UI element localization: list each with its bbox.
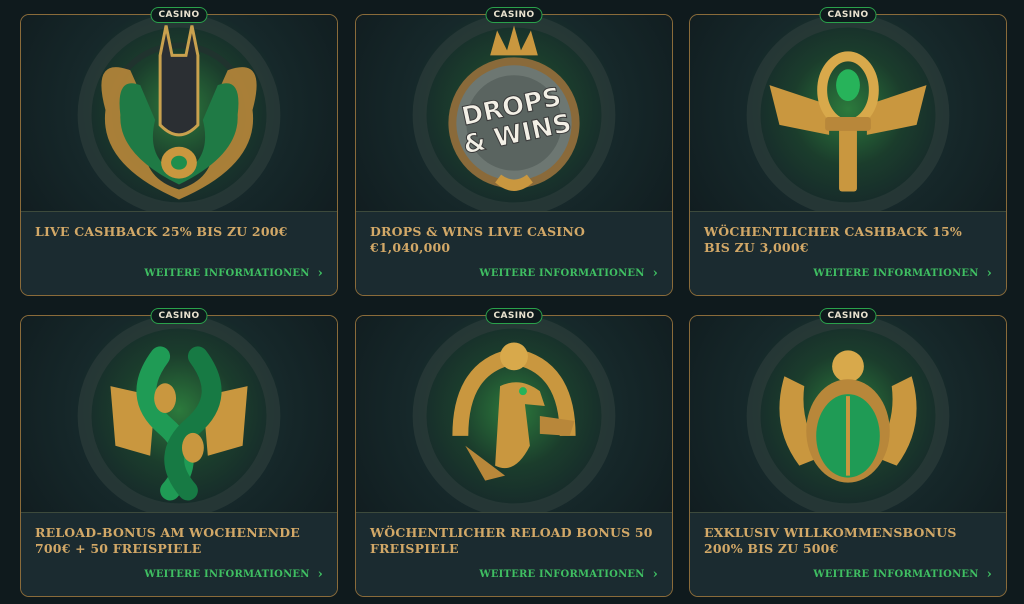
- category-badge: CASINO: [819, 308, 877, 324]
- promo-title: WÖCHENTLICHER RELOAD BONUS 50 FREISPIELE: [370, 525, 653, 556]
- drops-and-wins-medallion-icon: DROPS & WINS: [412, 15, 616, 211]
- scarab-emblem-icon: [746, 316, 950, 512]
- promo-card[interactable]: CASINO RELOAD-BONUS AM WOCHENENDE 700€ +…: [20, 308, 338, 597]
- promo-image[interactable]: [21, 15, 337, 211]
- more-info-link[interactable]: WEITERE INFORMATIONEN ›: [479, 567, 658, 582]
- more-info-link[interactable]: WEITERE INFORMATIONEN ›: [813, 567, 992, 582]
- category-badge: CASINO: [485, 7, 543, 23]
- category-badge: CASINO: [819, 7, 877, 23]
- promo-card[interactable]: CASINO EXKLUSIV WILLKOMMENSBONUS 200% BI…: [689, 308, 1007, 597]
- category-badge: CASINO: [485, 308, 543, 324]
- more-info-label: WEITERE INFORMATIONEN: [813, 569, 979, 580]
- more-info-label: WEITERE INFORMATIONEN: [479, 268, 645, 279]
- category-badge: CASINO: [150, 308, 208, 324]
- more-info-link[interactable]: WEITERE INFORMATIONEN ›: [813, 266, 992, 281]
- more-info-label: WEITERE INFORMATIONEN: [813, 268, 979, 279]
- promo-title: WÖCHENTLICHER CASHBACK 15% BIS ZU 3,000€: [704, 224, 962, 255]
- promo-card[interactable]: CASINO WÖCHENTLICHER RELOAD BONUS 50 FRE…: [355, 308, 673, 597]
- chevron-right-icon: ›: [986, 266, 992, 281]
- more-info-label: WEITERE INFORMATIONEN: [144, 268, 310, 279]
- more-info-link[interactable]: WEITERE INFORMATIONEN ›: [144, 567, 323, 582]
- category-badge: CASINO: [150, 7, 208, 23]
- promo-title: EXKLUSIV WILLKOMMENSBONUS 200% BIS ZU 50…: [704, 525, 957, 556]
- promo-image[interactable]: DROPS & WINS: [356, 15, 672, 211]
- twin-serpent-icon: [77, 316, 281, 512]
- promo-image[interactable]: [356, 316, 672, 512]
- more-info-link[interactable]: WEITERE INFORMATIONEN ›: [479, 266, 658, 281]
- more-info-label: WEITERE INFORMATIONEN: [144, 569, 310, 580]
- horus-falcon-icon: [412, 316, 616, 512]
- chevron-right-icon: ›: [652, 567, 658, 582]
- promo-image[interactable]: [690, 316, 1006, 512]
- promo-image[interactable]: [21, 316, 337, 512]
- promo-title: RELOAD-BONUS AM WOCHENENDE 700€ + 50 FRE…: [35, 525, 300, 556]
- anubis-emblem-icon: [77, 15, 281, 211]
- more-info-label: WEITERE INFORMATIONEN: [479, 569, 645, 580]
- promo-title: LIVE CASHBACK 25% BIS ZU 200€: [35, 224, 288, 239]
- promo-image[interactable]: [690, 15, 1006, 211]
- chevron-right-icon: ›: [986, 567, 992, 582]
- chevron-right-icon: ›: [317, 266, 323, 281]
- promo-card[interactable]: CASINO LIVE CASHBACK 25% BIS ZU 200€ WEI…: [20, 7, 338, 296]
- chevron-right-icon: ›: [317, 567, 323, 582]
- promo-card[interactable]: CASINO WÖCHENTLICHER CASHBACK 15% BIS ZU…: [689, 7, 1007, 296]
- winged-ankh-icon: [746, 15, 950, 211]
- chevron-right-icon: ›: [652, 266, 658, 281]
- promo-card[interactable]: CASINO DROPS & WINS DROPS & WINS LIVE CA…: [355, 7, 673, 296]
- promo-title: DROPS & WINS LIVE CASINO €1,040,000: [370, 224, 586, 255]
- more-info-link[interactable]: WEITERE INFORMATIONEN ›: [144, 266, 323, 281]
